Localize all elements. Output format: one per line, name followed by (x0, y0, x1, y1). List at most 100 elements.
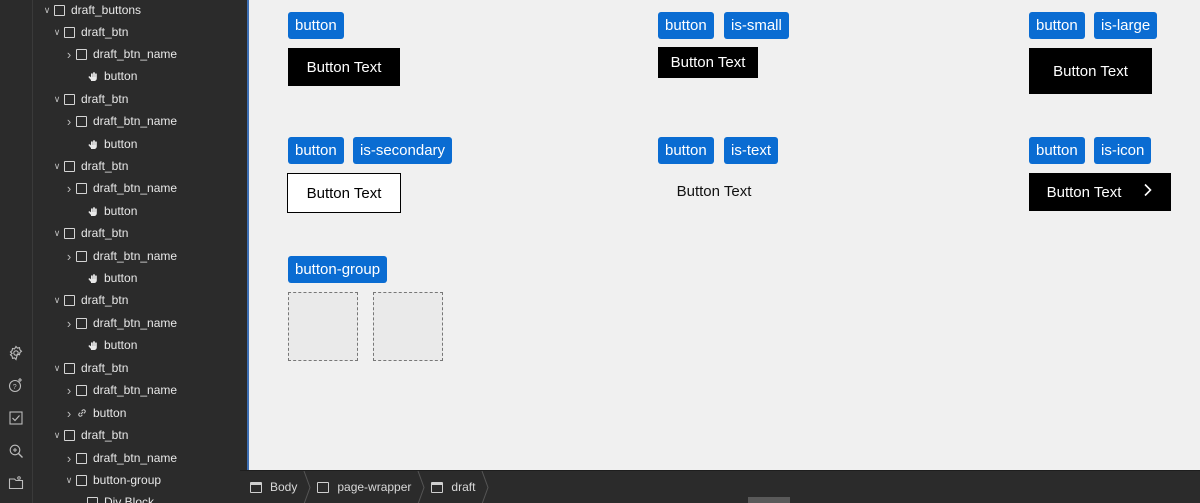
button-group-slot[interactable] (373, 292, 443, 361)
audit-checklist-icon[interactable] (7, 409, 25, 427)
settings-icon[interactable] (7, 344, 25, 362)
tree-item-draft-btn-name[interactable]: › draft_btn_name (64, 246, 177, 266)
chevron-right-icon[interactable]: › (64, 249, 74, 264)
tree-item-div-block[interactable]: Div Block (75, 492, 154, 503)
chevron-right-icon[interactable]: › (64, 114, 74, 129)
designer-app: ? ∨ draft_buttons ∨ draft_btn › draft_btn_nam… (0, 0, 1200, 503)
tree-item-label: draft_btn_name (93, 383, 178, 397)
class-tag-is-text[interactable]: is-text (724, 137, 779, 164)
tree-item-draft-buttons[interactable]: ∨ draft_buttons (42, 0, 141, 20)
tree-item-label: draft_btn (81, 92, 129, 106)
chevron-down-icon[interactable]: ∨ (52, 27, 62, 38)
tree-item-draft-btn-name[interactable]: › draft_btn_name (64, 178, 177, 198)
class-tag-is-small[interactable]: is-small (724, 12, 789, 39)
tree-item-label: draft_buttons (71, 3, 142, 17)
class-tag-button[interactable]: button (288, 12, 344, 39)
breadcrumb-label: Body (270, 480, 298, 494)
tree-item-label: draft_btn (81, 25, 129, 39)
tree-item-draft-btn[interactable]: ∨ draft_btn (52, 290, 129, 310)
tree-item-label: draft_btn_name (93, 114, 178, 128)
tree-item-draft-btn-name[interactable]: › draft_btn_name (64, 313, 177, 333)
breadcrumb-item-page-wrapper[interactable]: page-wrapper (307, 470, 425, 503)
tree-item-label: draft_btn_name (93, 181, 178, 195)
chevron-down-icon[interactable]: ∨ (52, 430, 62, 441)
chevron-down-icon[interactable]: ∨ (52, 94, 62, 105)
element-box-icon (76, 452, 87, 464)
class-tag-button[interactable]: button (658, 137, 714, 164)
tree-item-draft-btn-name[interactable]: › draft_btn_name (64, 380, 177, 400)
tree-item-button[interactable]: button (75, 66, 137, 86)
horizontal-scrollbar[interactable] (748, 497, 790, 503)
tree-item-draft-btn-name[interactable]: › draft_btn_name (64, 44, 177, 64)
chevron-right-icon[interactable]: › (64, 451, 74, 466)
tree-item-draft-btn[interactable]: ∨ draft_btn (52, 22, 129, 42)
tree-item-draft-btn[interactable]: ∨ draft_btn (52, 223, 129, 243)
element-box-icon (64, 160, 75, 172)
pointer-hand-icon (87, 206, 98, 217)
link-icon (76, 408, 87, 418)
chevron-down-icon[interactable]: ∨ (52, 228, 62, 239)
element-box-icon (76, 250, 87, 262)
class-tag-button[interactable]: button (1029, 137, 1085, 164)
breadcrumb-item-body[interactable]: Body (240, 470, 311, 503)
tree-item-label: Div Block (104, 495, 155, 503)
interactions-icon[interactable]: ? (7, 376, 25, 394)
tree-item-button[interactable]: button (75, 134, 137, 154)
media-folder-icon[interactable] (7, 474, 25, 492)
chevron-right-icon[interactable]: › (64, 316, 74, 331)
class-tag-button-group[interactable]: button-group (288, 256, 388, 283)
element-box-icon (64, 429, 75, 441)
chevron-right-icon[interactable]: › (64, 383, 74, 398)
pointer-hand-icon (87, 273, 98, 284)
class-tag-button[interactable]: button (658, 12, 714, 39)
tree-item-draft-btn-name[interactable]: › draft_btn_name (64, 111, 177, 131)
button-large[interactable]: Button Text (1029, 48, 1152, 94)
search-zoom-icon[interactable] (7, 442, 25, 460)
chevron-right-icon[interactable]: › (64, 406, 74, 421)
tree-item-draft-btn[interactable]: ∨ draft_btn (52, 89, 129, 109)
box-icon (317, 481, 330, 493)
class-tag-is-secondary[interactable]: is-secondary (353, 137, 453, 164)
tree-item-label: draft_btn (81, 428, 129, 442)
element-box-icon (64, 93, 75, 105)
tree-item-label: draft_btn_name (93, 249, 178, 263)
class-tag-is-icon[interactable]: is-icon (1094, 137, 1152, 164)
button-default[interactable]: Button Text (288, 48, 400, 86)
element-box-icon (76, 115, 87, 127)
element-box-icon (76, 474, 87, 486)
element-box-icon (64, 294, 75, 306)
button-secondary[interactable]: Button Text (287, 173, 401, 213)
element-box-icon (76, 317, 87, 329)
tree-item-label: button (104, 338, 138, 352)
class-tag-is-large[interactable]: is-large (1094, 12, 1158, 39)
tree-item-label: draft_btn_name (93, 451, 178, 465)
chevron-down-icon[interactable]: ∨ (52, 363, 62, 374)
tree-item-draft-btn[interactable]: ∨ draft_btn (52, 358, 129, 378)
button-group-slot[interactable] (288, 292, 358, 361)
button-text-style[interactable]: Button Text (658, 176, 770, 206)
class-tag-button[interactable]: button (288, 137, 344, 164)
tree-item-button[interactable]: button (75, 268, 137, 288)
chevron-down-icon[interactable]: ∨ (52, 295, 62, 306)
breadcrumb-item-draft[interactable]: draft (421, 470, 489, 503)
chevron-down-icon[interactable]: ∨ (42, 5, 52, 16)
tree-item-button[interactable]: button (75, 335, 137, 355)
tree-item-button[interactable]: › button (64, 403, 127, 423)
tree-item-button[interactable]: button (75, 201, 137, 221)
tree-item-draft-btn-name[interactable]: › draft_btn_name (64, 448, 177, 468)
tree-item-draft-btn[interactable]: ∨ draft_btn (52, 156, 129, 176)
window-icon (250, 481, 262, 493)
chevron-right-icon[interactable]: › (64, 181, 74, 196)
button-with-icon[interactable]: Button Text (1029, 173, 1171, 211)
button-small[interactable]: Button Text (658, 47, 758, 78)
element-box-icon (64, 26, 75, 38)
chevron-down-icon[interactable]: ∨ (52, 161, 62, 172)
tree-item-button-group[interactable]: ∨ button-group (64, 470, 161, 490)
tree-item-label: button (104, 69, 138, 83)
chevron-right-icon (1143, 183, 1153, 202)
class-tag-button[interactable]: button (1029, 12, 1085, 39)
tree-item-draft-btn[interactable]: ∨ draft_btn (52, 425, 129, 445)
chevron-down-icon[interactable]: ∨ (64, 475, 74, 486)
chevron-right-icon[interactable]: › (64, 47, 74, 62)
tree-item-label: draft_btn (81, 226, 129, 240)
